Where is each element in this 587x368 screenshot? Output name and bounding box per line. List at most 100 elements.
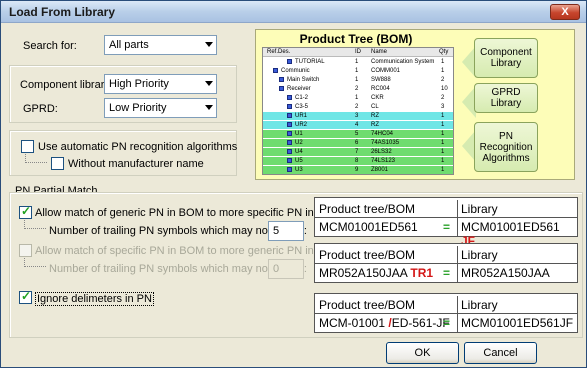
bom-row: U3 9 Z8001 1 (263, 166, 453, 174)
bom-row: U5 8 74LS123 1 (263, 157, 453, 165)
node-icon (287, 113, 292, 118)
bom-qty: 1 (441, 131, 445, 137)
bom-qty: 1 (441, 68, 445, 74)
bom-id: 1 (355, 77, 359, 83)
bom-refdes: Receiver (287, 86, 311, 92)
example-bom-header: Product tree/BOM (319, 202, 416, 216)
trailing2-input[interactable]: 0 (268, 259, 304, 279)
close-button[interactable]: X (550, 4, 580, 20)
tree-connector (25, 154, 47, 163)
node-icon (287, 140, 292, 145)
pn-recognition-callout: PN Recognition Algorithms (474, 122, 538, 172)
bom-qty: 1 (441, 59, 445, 65)
bom-id: 4 (355, 122, 359, 128)
bom-qty: 1 (441, 122, 445, 128)
gprd-value: Low Priority (109, 102, 167, 114)
component-library-select[interactable]: High Priority (104, 74, 217, 94)
load-from-library-dialog: Load From Library X Search for: All part… (0, 0, 587, 368)
col-refdes: Ref.Des. (267, 49, 291, 55)
bom-qty: 1 (441, 167, 445, 173)
bom-row: Communic 1 COMM001 1 (263, 67, 453, 75)
bom-qty: 1 (441, 158, 445, 164)
bom-name: 74LS123 (371, 158, 396, 164)
auto-pn-checkbox[interactable] (21, 140, 34, 153)
search-select[interactable]: All parts (104, 35, 217, 55)
bom-refdes: U4 (295, 149, 303, 155)
col-name: Name (371, 49, 388, 55)
bom-name: Communication System (371, 59, 435, 65)
chevron-down-icon (205, 81, 213, 86)
bom-row: U1 5 74HC04 1 (263, 130, 453, 138)
example-lib-value: MR052A150JAA (461, 266, 550, 280)
bom-qty: 10 (441, 86, 448, 92)
bom-grid: Ref.Des. ID Name Qty TUTORIAL 1 Communicat… (262, 47, 454, 175)
node-icon (287, 158, 292, 163)
bom-refdes: C1-2 (295, 95, 309, 101)
bom-id: 2 (355, 104, 359, 110)
example-lib-header: Library (461, 248, 498, 262)
example-bom-value: MR052A150JAA TR1 (319, 266, 434, 280)
equals-sign: = (443, 316, 451, 330)
node-icon (273, 68, 278, 73)
node-icon (287, 59, 292, 64)
bom-qty: 2 (441, 95, 445, 101)
auto-pn-label: Use automatic PN recognition algorithms (38, 141, 238, 153)
bom-qty: 3 (441, 104, 445, 110)
bom-row: UR2 4 RZ 1 (263, 121, 453, 129)
example-bom-header: Product tree/BOM (319, 248, 416, 262)
bom-qty: 2 (441, 77, 445, 83)
example-lib-value: MCM01001ED561JF (461, 316, 574, 330)
bom-refdes: Communic (281, 68, 310, 74)
divider (457, 246, 458, 282)
bom-id: 3 (355, 113, 359, 119)
bom-row: TUTORIAL 1 Communication System 1 (263, 58, 453, 66)
node-icon (287, 149, 292, 154)
bom-row: Receiver 2 RC004 10 (263, 85, 453, 93)
divider (457, 296, 458, 332)
bom-name: RZ (371, 113, 379, 119)
bom-name: RC004 (371, 86, 390, 92)
bom-refdes: U1 (295, 131, 303, 137)
bom-name: 26LS32 (371, 149, 392, 155)
component-library-callout: Component Library (474, 38, 538, 78)
bom-id: 6 (355, 140, 359, 146)
cancel-button[interactable]: Cancel (464, 342, 537, 364)
equals-sign: = (443, 220, 451, 234)
example-lib-header: Library (461, 298, 498, 312)
col-qty: Qty (439, 49, 449, 55)
bom-row: Main Switch 1 SW888 2 (263, 76, 453, 84)
example-bom-value: MCM-01001 /ED-561-JF (319, 316, 450, 330)
bom-row: U4 7 26LS32 1 (263, 148, 453, 156)
bom-grid-header: Ref.Des. ID Name Qty (263, 48, 453, 57)
ok-button[interactable]: OK (386, 342, 459, 364)
component-library-value: High Priority (109, 78, 169, 90)
bom-name: COMM001 (371, 68, 401, 74)
without-mfr-label: Without manufacturer name (68, 158, 204, 170)
node-icon (287, 131, 292, 136)
node-icon (287, 95, 292, 100)
window-title: Load From Library (9, 5, 116, 19)
without-mfr-checkbox[interactable] (51, 157, 64, 170)
ignore-delims-checkbox[interactable] (19, 289, 32, 304)
bom-row: C3-5 2 CL 3 (263, 103, 453, 111)
generic-to-specific-checkbox[interactable] (19, 204, 32, 219)
component-library-label: Component library: (20, 79, 113, 91)
bom-row: U2 6 74AS1035 1 (263, 139, 453, 147)
bom-qty: 1 (441, 140, 445, 146)
node-icon (279, 86, 284, 91)
divider (315, 313, 577, 314)
equals-sign: = (443, 266, 451, 280)
bom-id: 9 (355, 167, 359, 173)
chevron-down-icon (205, 105, 213, 110)
trailing1-input[interactable]: 5 (268, 221, 304, 241)
specific-to-generic-label: Allow match of specific PN in BOM to mor… (35, 245, 347, 257)
bom-id: 8 (355, 158, 359, 164)
specific-to-generic-checkbox[interactable] (19, 244, 32, 257)
bom-refdes: Main Switch (287, 77, 320, 83)
gprd-select[interactable]: Low Priority (104, 98, 217, 118)
bom-name: Z8001 (371, 167, 389, 173)
bom-id: 1 (355, 68, 359, 74)
ignore-delims-label: Ignore delimeters in PN (35, 292, 154, 306)
node-icon (287, 122, 292, 127)
bom-refdes: U3 (295, 167, 303, 173)
